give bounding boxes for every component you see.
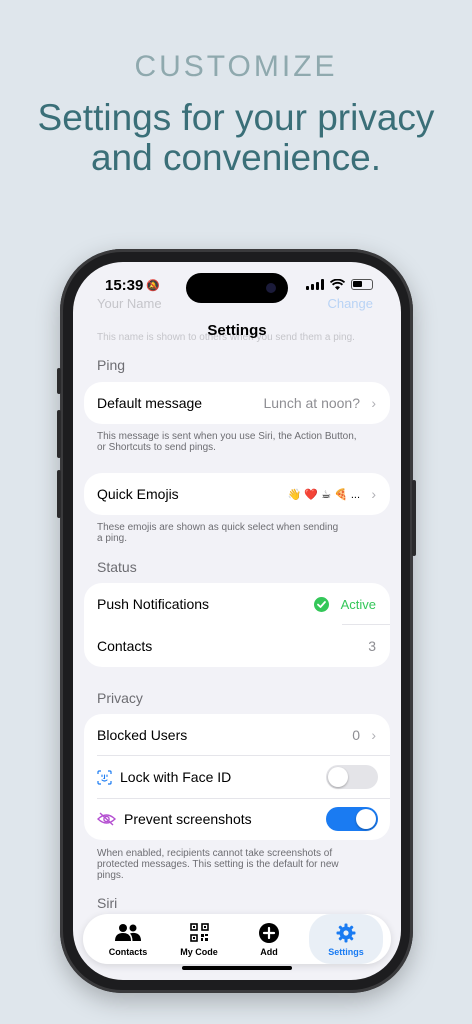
tab-add-label: Add (260, 947, 278, 957)
chevron-right-icon: › (371, 486, 376, 502)
default-message-note: This message is sent when you use Siri, … (97, 431, 377, 453)
tab-contacts[interactable]: Contacts (93, 914, 163, 964)
row-quick-emojis[interactable]: Quick Emojis 👋 ❤️ ☕ 🍕 ... › (84, 473, 390, 515)
tab-bar: Contacts My Code Add Settings (83, 914, 391, 964)
status-icons (306, 279, 373, 290)
prevent-screenshots-label: Prevent screenshots (124, 811, 252, 827)
blocked-users-label: Blocked Users (97, 727, 188, 743)
face-id-toggle[interactable] (326, 765, 378, 789)
push-notifications-value: Active (340, 596, 376, 612)
section-header-privacy: Privacy (97, 690, 143, 706)
contacts-value: 3 (368, 638, 376, 654)
default-message-value: Lunch at noon? (263, 395, 360, 411)
lock-face-id-label: Lock with Face ID (120, 769, 232, 785)
side-button-action (57, 368, 61, 394)
side-button-power (412, 480, 416, 556)
tab-add[interactable]: Add (234, 914, 304, 964)
hero-title-line-2: and convenience. (90, 137, 382, 178)
contacts-label: Contacts (97, 638, 153, 654)
hero-title: Settings for your privacy and convenienc… (0, 98, 472, 178)
ghost-change-label: Change (327, 296, 373, 311)
side-button-volume-down (57, 470, 61, 518)
hero-title-line-1: Settings for your privacy (37, 97, 435, 138)
phone-screen: Your Name Change This name is shown to o… (73, 262, 401, 980)
toggle-knob (328, 767, 348, 787)
side-button-volume-up (57, 410, 61, 458)
tab-my-code-label: My Code (180, 947, 218, 957)
wifi-icon (330, 279, 345, 290)
qr-code-icon (189, 923, 209, 942)
plus-circle-icon (259, 923, 279, 943)
tab-my-code[interactable]: My Code (164, 914, 234, 964)
camera-icon (266, 283, 276, 293)
prevent-screenshots-toggle[interactable] (326, 807, 378, 831)
default-message-note-line-2: or Shortcuts to send pings. (97, 442, 216, 453)
checkmark-circle-icon (314, 597, 329, 612)
row-contacts[interactable]: Contacts 3 (84, 625, 390, 667)
chevron-right-icon: › (371, 727, 376, 743)
tab-settings[interactable]: Settings (309, 914, 383, 964)
cellular-signal-icon (306, 279, 324, 290)
gear-icon (336, 923, 356, 943)
default-message-note-line-1: This message is sent when you use Siri, … (97, 431, 357, 442)
quick-emojis-note: These emojis are shown as quick select w… (97, 522, 377, 544)
dynamic-island (186, 273, 288, 303)
card-status: Push Notifications Active Contacts 3 (84, 583, 390, 667)
row-blocked-users[interactable]: Blocked Users 0 › (84, 714, 390, 756)
toggle-knob (356, 809, 376, 829)
blocked-users-value: 0 (352, 727, 360, 743)
face-id-icon (97, 770, 112, 785)
chevron-right-icon: › (371, 395, 376, 411)
eye-slash-icon (97, 812, 116, 826)
default-message-label: Default message (97, 395, 203, 411)
quick-emojis-label: Quick Emojis (97, 486, 179, 502)
section-header-ping: Ping (97, 357, 126, 373)
card-default-message: Default message Lunch at noon? › (84, 382, 390, 424)
battery-icon (351, 279, 373, 290)
card-privacy: Blocked Users 0 › Lock with Face ID Prev… (84, 714, 390, 840)
row-default-message[interactable]: Default message Lunch at noon? › (84, 382, 390, 424)
ghost-name-label: Your Name (97, 296, 162, 311)
people-icon (115, 924, 141, 941)
silent-bell-icon: 🔕 (146, 280, 160, 292)
hero-kicker: CUSTOMIZE (134, 50, 338, 83)
privacy-note-line-1: When enabled, recipients cannot take scr… (97, 848, 333, 859)
quick-emojis-value: 👋 ❤️ ☕ 🍕 ... (287, 488, 360, 501)
quick-emojis-note-line-1: These emojis are shown as quick select w… (97, 522, 339, 533)
page-title: Settings (207, 322, 267, 339)
section-header-status: Status (97, 559, 137, 575)
privacy-note: When enabled, recipients cannot take scr… (97, 848, 377, 881)
push-notifications-label: Push Notifications (97, 596, 210, 612)
row-push-notifications[interactable]: Push Notifications Active (84, 583, 390, 625)
tab-contacts-label: Contacts (108, 947, 148, 957)
row-prevent-screenshots: Prevent screenshots (84, 798, 390, 840)
privacy-note-line-3: pings. (97, 870, 124, 881)
privacy-note-line-2: protected messages. This setting is the … (97, 859, 339, 870)
quick-emojis-note-line-2: a ping. (97, 533, 128, 544)
status-time: 15:39 (105, 277, 144, 294)
home-indicator (182, 966, 292, 970)
card-quick-emojis: Quick Emojis 👋 ❤️ ☕ 🍕 ... › (84, 473, 390, 515)
row-lock-face-id: Lock with Face ID (84, 756, 390, 798)
tab-settings-label: Settings (328, 947, 364, 957)
section-header-siri: Siri (97, 895, 118, 911)
